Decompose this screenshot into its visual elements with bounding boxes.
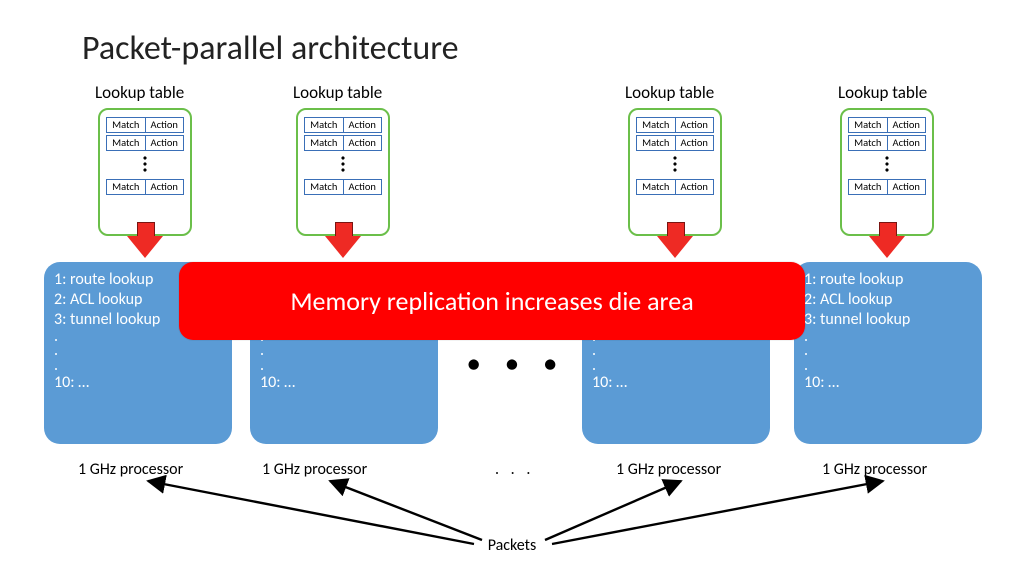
match-action-row: Match Action <box>304 179 382 195</box>
lookup-table-label-2: Lookup table <box>293 82 382 103</box>
match-cell: Match <box>848 179 888 195</box>
action-cell: Action <box>676 135 715 151</box>
proc-dot: . <box>260 359 428 373</box>
match-cell: Match <box>106 135 146 151</box>
lookup-table-box-4: Match Action Match Action ●●● Match Acti… <box>840 108 934 236</box>
proc-step-10: 10: … <box>592 373 760 393</box>
match-action-row: Match Action <box>106 179 184 195</box>
proc-dot: . <box>592 359 760 373</box>
proc-step-10: 10: … <box>260 373 428 393</box>
vertical-ellipsis-icon: ●●● <box>298 155 388 173</box>
action-cell: Action <box>888 179 927 195</box>
action-cell: Action <box>676 117 715 133</box>
match-cell: Match <box>636 117 676 133</box>
processor-label-2: 1 GHz processor <box>262 460 367 479</box>
action-cell: Action <box>146 179 185 195</box>
callout-banner: Memory replication increases die area <box>179 262 805 340</box>
lookup-table-label-4: Lookup table <box>838 82 927 103</box>
lookup-table-box-3: Match Action Match Action ●●● Match Acti… <box>628 108 722 236</box>
horizontal-ellipsis-icon: ● ● ● <box>467 350 567 377</box>
slide-title: Packet-parallel architecture <box>82 28 459 69</box>
vertical-ellipsis-icon: ●●● <box>100 155 190 173</box>
match-cell: Match <box>636 179 676 195</box>
action-cell: Action <box>344 179 383 195</box>
lookup-table-label-1: Lookup table <box>95 82 184 103</box>
processor-label-1: 1 GHz processor <box>78 460 183 479</box>
processor-label-3: 1 GHz processor <box>616 460 721 479</box>
processor-ellipsis-label: . . . <box>495 460 534 479</box>
match-action-row: Match Action <box>848 135 926 151</box>
match-action-row: Match Action <box>636 117 714 133</box>
match-cell: Match <box>304 117 344 133</box>
match-action-row: Match Action <box>106 117 184 133</box>
action-cell: Action <box>888 135 927 151</box>
action-cell: Action <box>676 179 715 195</box>
match-action-row: Match Action <box>304 117 382 133</box>
proc-dot: . <box>804 359 972 373</box>
proc-step-1: 1: route lookup <box>804 270 972 290</box>
match-cell: Match <box>636 135 676 151</box>
match-cell: Match <box>106 179 146 195</box>
match-cell: Match <box>848 135 888 151</box>
match-action-row: Match Action <box>848 117 926 133</box>
proc-dot: . <box>260 344 428 358</box>
action-cell: Action <box>344 135 383 151</box>
proc-dot: . <box>592 344 760 358</box>
action-cell: Action <box>344 117 383 133</box>
lookup-table-box-2: Match Action Match Action ●●● Match Acti… <box>296 108 390 236</box>
match-action-row: Match Action <box>848 179 926 195</box>
processor-label-4: 1 GHz processor <box>822 460 927 479</box>
match-cell: Match <box>106 117 146 133</box>
proc-dot: . <box>804 330 972 344</box>
proc-dot: . <box>54 344 222 358</box>
vertical-ellipsis-icon: ●●● <box>842 155 932 173</box>
match-action-row: Match Action <box>636 135 714 151</box>
proc-step-10: 10: … <box>804 373 972 393</box>
packets-label: Packets <box>0 536 1024 555</box>
match-cell: Match <box>304 135 344 151</box>
match-cell: Match <box>848 117 888 133</box>
action-cell: Action <box>146 135 185 151</box>
processor-box-4: 1: route lookup 2: ACL lookup 3: tunnel … <box>794 262 982 444</box>
match-action-row: Match Action <box>304 135 382 151</box>
proc-dot: . <box>54 359 222 373</box>
lookup-table-label-3: Lookup table <box>625 82 714 103</box>
action-cell: Action <box>888 117 927 133</box>
match-cell: Match <box>304 179 344 195</box>
match-action-row: Match Action <box>636 179 714 195</box>
proc-step-2: 2: ACL lookup <box>804 290 972 310</box>
proc-dot: . <box>804 344 972 358</box>
lookup-table-box-1: Match Action Match Action ●●● Match Acti… <box>98 108 192 236</box>
vertical-ellipsis-icon: ●●● <box>630 155 720 173</box>
proc-step-3: 3: tunnel lookup <box>804 310 972 330</box>
match-action-row: Match Action <box>106 135 184 151</box>
proc-step-10: 10: … <box>54 373 222 393</box>
action-cell: Action <box>146 117 185 133</box>
